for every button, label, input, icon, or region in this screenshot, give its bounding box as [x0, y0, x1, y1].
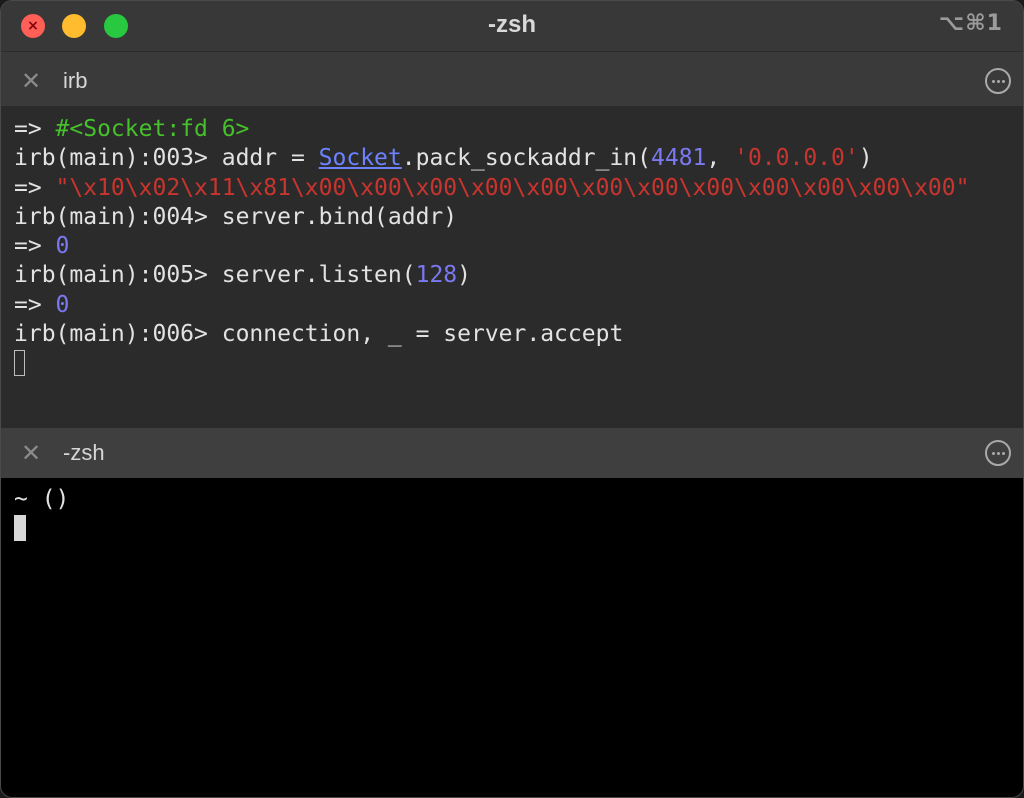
result-value: #<Socket:fd 6>: [55, 116, 250, 142]
code-text: ): [858, 145, 873, 172]
result-arrow: =>: [14, 174, 56, 201]
window-title: -zsh: [488, 11, 536, 38]
code-text: addr =: [221, 145, 319, 172]
pane-header-irb[interactable]: ✕ irb: [1, 56, 1023, 107]
pane-title: -zsh: [63, 440, 105, 465]
code-text: .pack_sockaddr_in(: [401, 145, 651, 172]
close-pane-icon[interactable]: ✕: [19, 69, 43, 93]
irb-output: => #<Socket:fd 6> irb(main):003> addr = …: [14, 115, 969, 379]
pane-title: irb: [63, 68, 88, 93]
number-literal: 128: [415, 262, 458, 289]
terminal-window: × -zsh ⌥⌘1 ✕ irb => #<Socket:fd 6> irb(m…: [0, 0, 1024, 798]
socket-constant-link[interactable]: Socket: [319, 145, 402, 171]
code-text: server.listen(: [221, 262, 416, 289]
text-cursor: [14, 350, 25, 377]
result-value: "\x10\x02\x11\x81\x00\x00\x00\x00\x00\x0…: [55, 174, 970, 201]
text-cursor: [14, 515, 26, 542]
result-arrow: =>: [14, 291, 56, 318]
number-literal: 4481: [651, 145, 707, 172]
code-text: ,: [706, 145, 735, 172]
code-text: ): [457, 262, 471, 289]
zsh-pane[interactable]: ~ (): [1, 478, 1023, 797]
code-text: connection, _ = server.accept: [221, 321, 624, 348]
window-shortcut: ⌥⌘1: [938, 11, 1003, 36]
result-value: 0: [55, 291, 70, 318]
shell-prompt: ~ (): [14, 486, 70, 512]
irb-prompt: irb(main):006>: [14, 321, 222, 348]
string-literal: '0.0.0.0': [734, 145, 859, 172]
irb-pane[interactable]: => #<Socket:fd 6> irb(main):003> addr = …: [1, 107, 1023, 427]
pane-header-zsh[interactable]: ✕ -zsh: [1, 428, 1023, 478]
result-value: 0: [55, 233, 70, 260]
irb-prompt: irb(main):004>: [14, 203, 222, 230]
more-options-icon[interactable]: [985, 68, 1011, 94]
code-text: server.bind(addr): [221, 203, 458, 230]
close-pane-icon[interactable]: ✕: [19, 441, 43, 465]
result-arrow: =>: [14, 116, 56, 142]
more-options-icon[interactable]: [985, 440, 1011, 466]
irb-prompt: irb(main):005>: [14, 262, 222, 289]
title-bar: × -zsh ⌥⌘1: [1, 1, 1023, 51]
zsh-output: ~ (): [14, 485, 69, 544]
irb-prompt: irb(main):003>: [14, 145, 222, 172]
result-arrow: =>: [14, 233, 56, 260]
